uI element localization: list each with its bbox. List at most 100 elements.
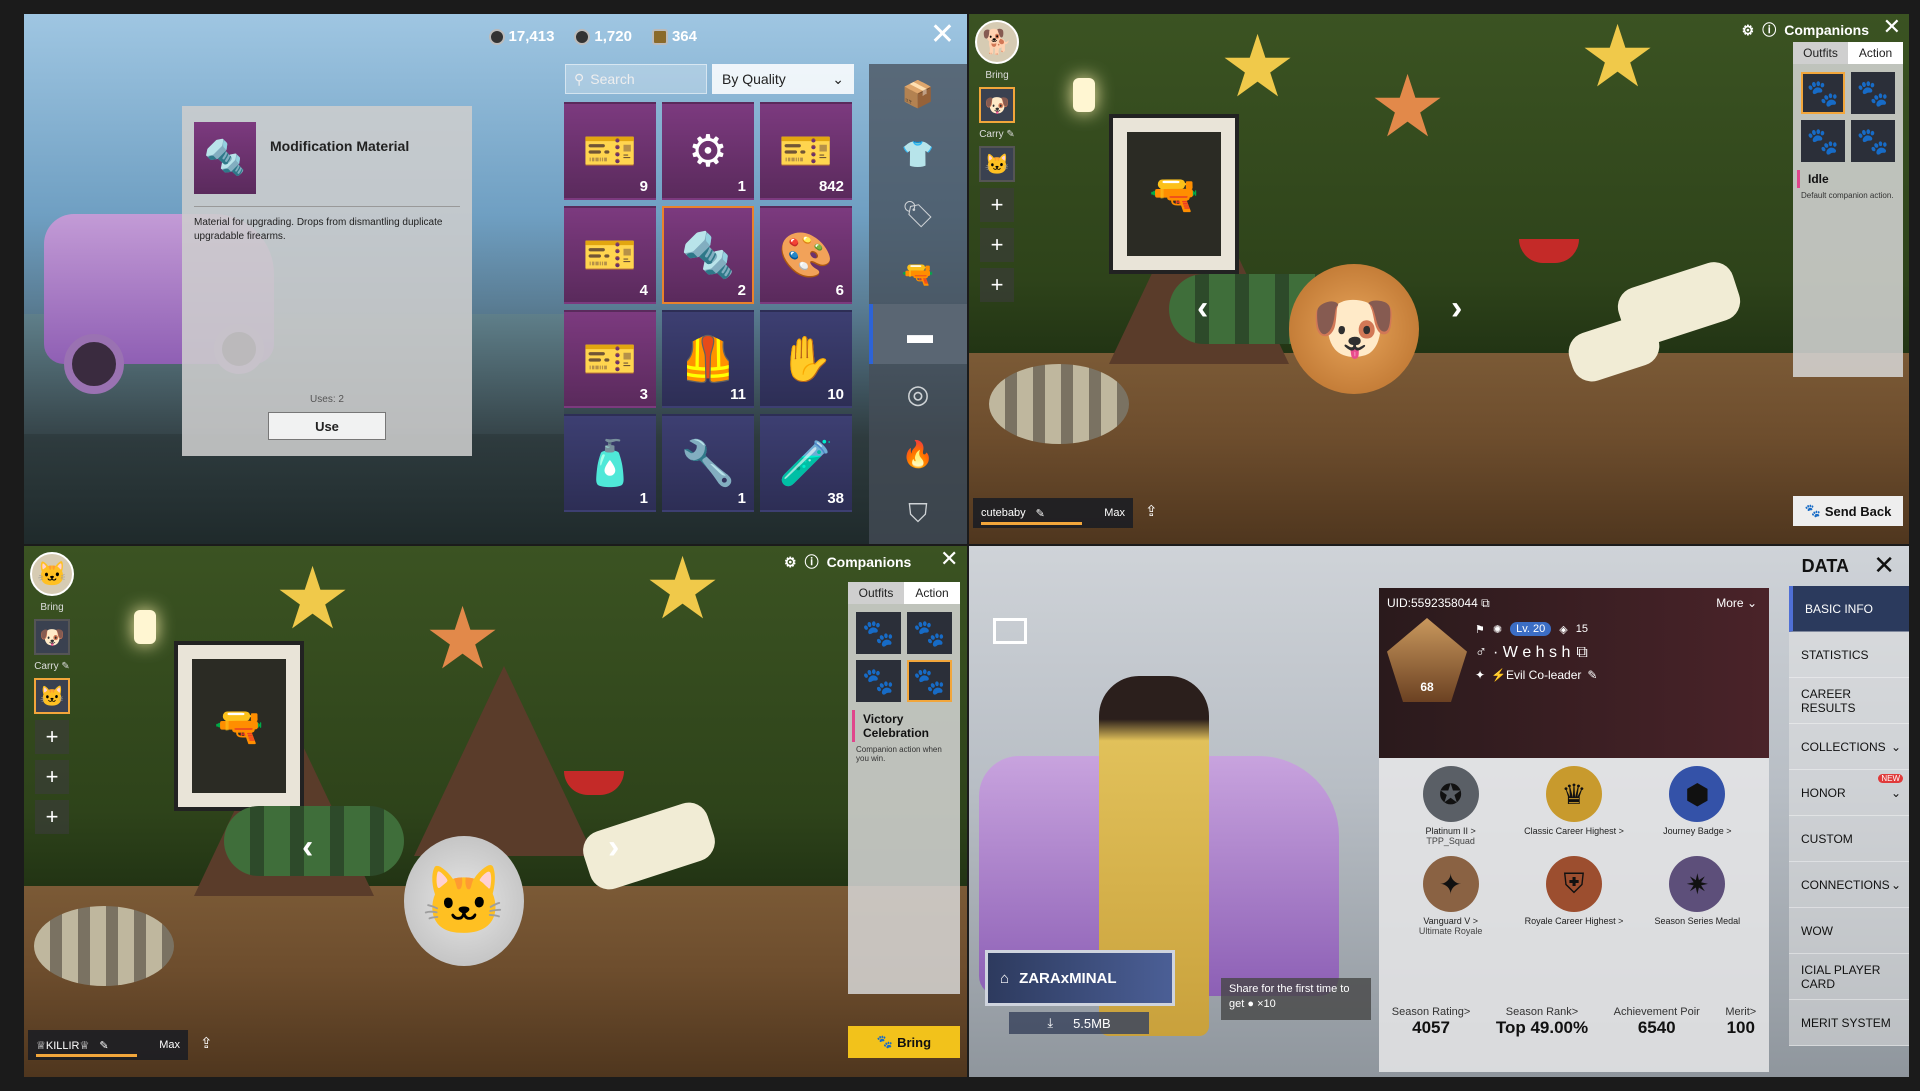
category-parachute[interactable]: ⛉ — [869, 484, 967, 544]
inventory-item[interactable]: 🎫 3 — [564, 310, 656, 408]
item-quantity: 1 — [639, 490, 648, 507]
carry-slot[interactable]: 🐱 — [34, 678, 70, 714]
download-bar[interactable]: ⤓ 5.5MB — [1009, 1012, 1149, 1034]
close-icon[interactable]: ✕ — [1873, 552, 1895, 578]
inventory-item[interactable]: 🔩 2 — [662, 206, 754, 304]
copy-icon[interactable]: ⧉ — [1576, 644, 1587, 662]
inventory-item[interactable]: 🎫 4 — [564, 206, 656, 304]
badge-item[interactable]: ✦ Vanguard V > Ultimate Royale — [1389, 856, 1512, 936]
fullscreen-icon[interactable] — [993, 618, 1027, 644]
badge-item[interactable]: ✷ Season Series Medal — [1636, 856, 1759, 936]
inventory-grid: 🎫 9 ⚙ 1 🎫 842 🎫 4 🔩 2 🎨 6 🎫 3 🦺 11 ✋ 10 🧴 1 🔧 1 🧪 38 — [564, 102, 864, 512]
previous-arrow-icon[interactable]: ‹ — [1197, 289, 1208, 328]
player-signboard[interactable]: ⌂ ZARAxMINAL — [985, 950, 1175, 1006]
season-stat[interactable]: Merit> 100 — [1725, 1006, 1756, 1038]
nav-item-custom[interactable]: CUSTOM — [1789, 816, 1909, 862]
category-sale-tag[interactable]: 🏷 — [869, 184, 967, 244]
help-icon[interactable]: ⓘ — [1762, 20, 1776, 40]
badge-item[interactable]: ✪ Platinum II > TPP_Squad — [1389, 766, 1512, 846]
nav-item-career-results[interactable]: CAREER RESULTS — [1789, 678, 1909, 724]
badge-item[interactable]: ♛ Classic Career Highest > — [1512, 766, 1635, 846]
action-icon[interactable]: 🐾 — [856, 612, 901, 654]
use-button[interactable]: Use — [268, 412, 386, 440]
previous-arrow-icon[interactable]: ‹ — [302, 828, 313, 867]
add-slot-button[interactable]: + — [35, 800, 69, 834]
action-idle-icon[interactable]: 🐾 — [1801, 72, 1845, 114]
add-slot-button[interactable]: + — [35, 760, 69, 794]
level-row: ⚑ ✺ Lv. 20 ◈ 15 — [1475, 622, 1588, 636]
action-icon[interactable]: 🐾 — [907, 612, 952, 654]
inventory-item[interactable]: 🧪 38 — [760, 414, 852, 512]
category-crate[interactable]: 📦 — [869, 64, 967, 124]
settings-icon[interactable]: ⚙ — [1742, 22, 1755, 39]
next-arrow-icon[interactable]: › — [1451, 289, 1462, 328]
nav-item-statistics[interactable]: STATISTICS — [1789, 632, 1909, 678]
help-icon[interactable]: ⓘ — [805, 552, 819, 572]
picture-frame: 🔫 — [1109, 114, 1239, 274]
item-title: Modification Material — [270, 138, 410, 154]
share-icon[interactable]: ⇪ — [1145, 502, 1158, 520]
settings-icon[interactable]: ⚙ — [784, 554, 797, 571]
add-slot-button[interactable]: + — [980, 228, 1014, 262]
nav-item-honor[interactable]: HONOR ⌄ NEW — [1789, 770, 1909, 816]
edit-icon[interactable]: ✎ — [1587, 668, 1597, 682]
category-flame[interactable]: 🔥 — [869, 424, 967, 484]
edit-icon[interactable]: ✎ — [1036, 507, 1045, 520]
inventory-item[interactable]: 🎫 9 — [564, 102, 656, 200]
close-icon[interactable]: ✕ — [1883, 16, 1901, 38]
carry-slot[interactable]: 🐱 — [979, 146, 1015, 182]
tab-action[interactable]: Action — [1848, 42, 1903, 64]
nav-item-icial-player-card[interactable]: ICIAL PLAYER CARD — [1789, 954, 1909, 1000]
tab-outfits[interactable]: Outfits — [1793, 42, 1848, 64]
nav-item-connections[interactable]: CONNECTIONS ⌄ — [1789, 862, 1909, 908]
add-slot-button[interactable]: + — [980, 188, 1014, 222]
edit-icon[interactable]: ✎ — [99, 1039, 108, 1052]
inventory-item[interactable]: ✋ 10 — [760, 310, 852, 408]
tab-outfits[interactable]: Outfits — [848, 582, 904, 604]
send-back-button[interactable]: 🐾 Send Back — [1793, 496, 1903, 526]
action-icon[interactable]: 🐾 — [856, 660, 901, 702]
badge-item[interactable]: ⬢ Journey Badge > — [1636, 766, 1759, 846]
season-stat[interactable]: Season Rank> Top 49.00% — [1496, 1006, 1588, 1038]
close-icon[interactable]: ✕ — [930, 20, 955, 50]
action-icon[interactable]: 🐾 — [1851, 120, 1895, 162]
action-icon[interactable]: 🐾 — [1801, 120, 1845, 162]
tab-action[interactable]: Action — [904, 582, 960, 604]
season-stat[interactable]: Achievement Poir 6540 — [1614, 1006, 1700, 1038]
nav-item-wow[interactable]: WOW — [1789, 908, 1909, 954]
bring-slot[interactable]: 🐶 — [34, 619, 70, 655]
action-victory-icon[interactable]: 🐾 — [907, 660, 952, 702]
action-icon[interactable]: 🐾 — [1851, 72, 1895, 114]
more-button[interactable]: More ⌄ — [1716, 596, 1757, 610]
chevron-down-icon: ⌄ — [1890, 877, 1901, 892]
bring-button[interactable]: 🐾 Bring — [848, 1026, 960, 1058]
stat-label: Merit> — [1725, 1006, 1757, 1018]
badge-item[interactable]: ⛨ Royale Career Highest > — [1512, 856, 1635, 936]
share-icon[interactable]: ⇪ — [200, 1034, 213, 1052]
search-input[interactable]: ⚲ Search — [565, 64, 707, 94]
close-icon[interactable]: ✕ — [940, 548, 958, 570]
category-material[interactable]: ▬ — [869, 304, 967, 364]
category-outfit[interactable]: 👕 — [869, 124, 967, 184]
inventory-item[interactable]: 🎨 6 — [760, 206, 852, 304]
add-slot-button[interactable]: + — [35, 720, 69, 754]
inventory-item[interactable]: 🦺 11 — [662, 310, 754, 408]
category-wheel[interactable]: ◎ — [869, 364, 967, 424]
nav-item-basic-info[interactable]: BASIC INFO — [1789, 586, 1909, 632]
inventory-item[interactable]: 🎫 842 — [760, 102, 852, 200]
inventory-item[interactable]: 🔧 1 — [662, 414, 754, 512]
inventory-item[interactable]: 🧴 1 — [564, 414, 656, 512]
next-arrow-icon[interactable]: › — [608, 828, 619, 867]
player-avatar[interactable]: 🐕 — [975, 20, 1019, 64]
nav-item-collections[interactable]: COLLECTIONS ⌄ — [1789, 724, 1909, 770]
nav-item-merit-system[interactable]: MERIT SYSTEM — [1789, 1000, 1909, 1046]
bring-slot[interactable]: 🐶 — [979, 87, 1015, 123]
season-stat[interactable]: Season Rating> 4057 — [1392, 1006, 1471, 1038]
uid-label[interactable]: UID:5592358044 ⧉ — [1387, 596, 1490, 611]
sort-dropdown[interactable]: By Quality ⌄ — [712, 64, 854, 94]
add-slot-button[interactable]: + — [980, 268, 1014, 302]
spray-bottle-icon: 🧪 — [778, 439, 834, 488]
inventory-item[interactable]: ⚙ 1 — [662, 102, 754, 200]
player-avatar[interactable]: 🐱 — [30, 552, 74, 596]
category-gun[interactable]: 🔫 — [869, 244, 967, 304]
